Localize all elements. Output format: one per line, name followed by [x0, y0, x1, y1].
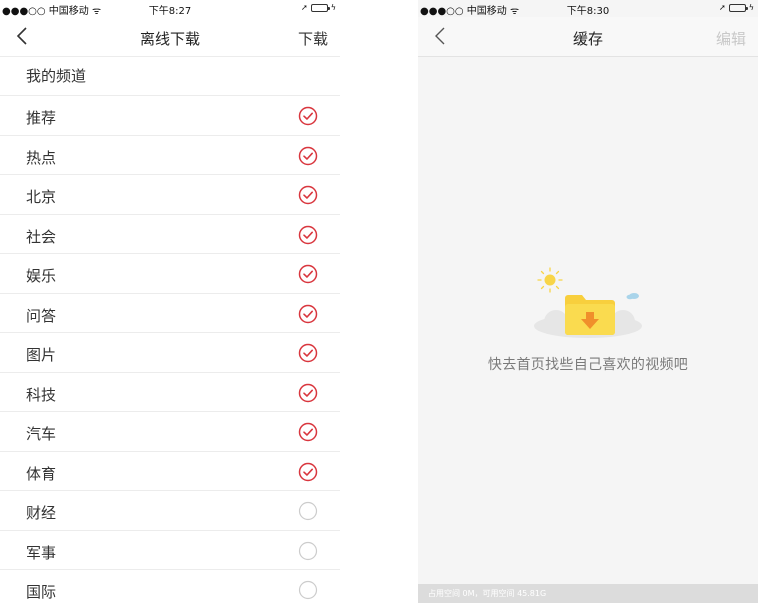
page-title: 离线下载: [139, 30, 200, 48]
check-circle-icon[interactable]: [298, 225, 318, 245]
location-arrow-icon: ➚: [301, 3, 308, 12]
status-bar: ●●●○○ 中国移动 ᯤ 下午8:30 ➚ ϟ: [418, 0, 758, 17]
channel-label: 社会: [26, 227, 57, 246]
back-button[interactable]: [10, 24, 34, 48]
channel-row[interactable]: 国际: [0, 570, 340, 603]
nav-bar: 缓存 编辑: [418, 17, 758, 57]
channel-label: 问答: [26, 306, 57, 325]
download-button[interactable]: 下载: [298, 28, 328, 49]
channel-row[interactable]: 社会: [0, 215, 340, 254]
channel-row[interactable]: 推荐: [0, 96, 340, 136]
check-circle-icon[interactable]: [298, 106, 318, 126]
chevron-left-icon: [435, 27, 445, 45]
channel-row[interactable]: 热点: [0, 136, 340, 175]
channel-label: 娱乐: [26, 267, 57, 285]
chevron-left-icon: [16, 27, 27, 45]
empty-circle-icon[interactable]: [298, 580, 318, 600]
folder-download-cloud-icon: [534, 267, 642, 338]
check-circle-icon[interactable]: [298, 304, 318, 324]
channel-row[interactable]: 科技: [0, 373, 340, 412]
storage-info: 占用空间 0M，可用空间 45.81G: [418, 584, 758, 603]
check-circle-icon[interactable]: [298, 462, 318, 482]
my-channels-header: 我的频道: [0, 57, 340, 96]
empty-state: 快去首页找些自己喜欢的视频吧: [418, 262, 758, 374]
channel-row[interactable]: 汽车: [0, 412, 340, 452]
empty-message: 快去首页找些自己喜欢的视频吧: [487, 357, 689, 373]
check-circle-icon[interactable]: [298, 422, 318, 442]
location-arrow-icon: ➚: [719, 3, 726, 12]
channel-row[interactable]: 军事: [0, 531, 340, 570]
channel-label: 汽车: [26, 425, 57, 443]
empty-circle-icon[interactable]: [298, 541, 318, 561]
channel-row[interactable]: 娱乐: [0, 254, 340, 294]
channel-row[interactable]: 问答: [0, 294, 340, 333]
channel-label: 财经: [26, 504, 57, 522]
channel-row[interactable]: 体育: [0, 452, 340, 491]
status-time: 下午8:27: [148, 6, 192, 17]
edit-button[interactable]: 编辑: [716, 28, 746, 49]
check-circle-icon[interactable]: [298, 185, 318, 205]
channel-row[interactable]: 财经: [0, 491, 340, 531]
offline-download-screen: ●●●○○ 中国移动 ᯤ 下午8:27 ➚ ϟ 离线下载 下载 我的频道 推荐热…: [0, 0, 340, 603]
status-bar: ●●●○○ 中国移动 ᯤ 下午8:27 ➚ ϟ: [0, 0, 340, 17]
charging-bolt-icon: ϟ: [330, 3, 336, 12]
status-time: 下午8:30: [566, 6, 610, 17]
battery-icon: [310, 4, 330, 12]
channel-label: 热点: [26, 148, 57, 167]
empty-circle-icon[interactable]: [298, 501, 318, 521]
check-circle-icon[interactable]: [298, 264, 318, 284]
nav-bar: 离线下载 下载: [0, 17, 340, 57]
channel-label: 北京: [26, 188, 57, 206]
check-circle-icon[interactable]: [298, 383, 318, 403]
status-right-icons: ➚ ϟ: [301, 3, 336, 13]
channel-label: 军事: [26, 543, 57, 562]
channel-row[interactable]: 北京: [0, 175, 340, 215]
status-right-icons: ➚ ϟ: [719, 3, 754, 13]
check-circle-icon[interactable]: [298, 146, 318, 166]
back-button[interactable]: [428, 24, 452, 48]
channel-label: 体育: [26, 464, 57, 483]
channel-label: 科技: [26, 385, 57, 404]
channel-label: 国际: [26, 583, 57, 601]
cache-screen: ●●●○○ 中国移动 ᯤ 下午8:30 ➚ ϟ 缓存 编辑 快去首页找些自己喜欢…: [418, 0, 758, 603]
channel-list: 推荐热点北京社会娱乐问答图片科技汽车体育财经军事国际: [0, 96, 340, 603]
channel-label: 图片: [26, 346, 57, 364]
check-circle-icon[interactable]: [298, 343, 318, 363]
charging-bolt-icon: ϟ: [748, 3, 754, 12]
battery-icon: [728, 4, 748, 12]
channel-label: 推荐: [26, 109, 57, 127]
page-title: 缓存: [572, 30, 603, 48]
channel-row[interactable]: 图片: [0, 333, 340, 373]
